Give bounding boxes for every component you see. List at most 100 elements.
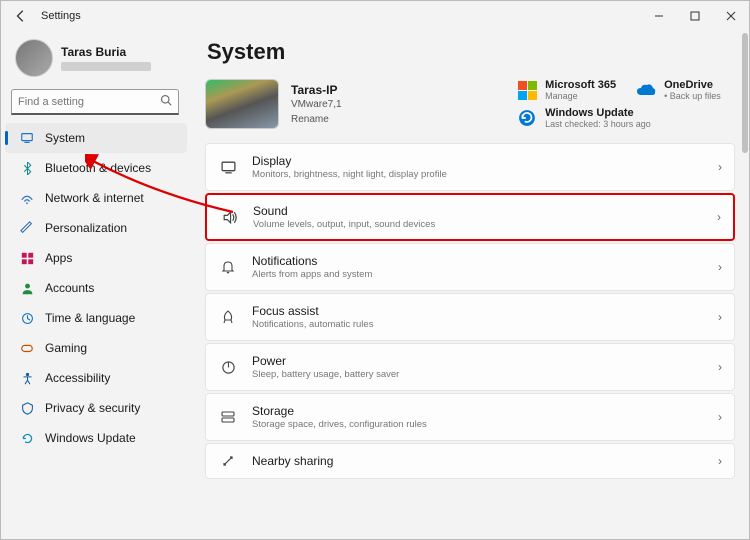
accessibility-icon [19, 370, 35, 386]
setting-title: Sound [253, 204, 703, 218]
sidebar-item-network[interactable]: Network & internet [5, 183, 187, 213]
setting-focus-assist[interactable]: Focus assistNotifications, automatic rul… [205, 293, 735, 341]
personalization-icon [19, 220, 35, 236]
window-title: Settings [41, 10, 81, 22]
setting-display[interactable]: DisplayMonitors, brightness, night light… [205, 143, 735, 191]
card-title: Microsoft 365 [545, 79, 616, 91]
back-button[interactable] [7, 2, 35, 30]
sidebar-item-privacy[interactable]: Privacy & security [5, 393, 187, 423]
titlebar: Settings [1, 1, 749, 31]
sidebar-item-label: Accessibility [45, 371, 110, 385]
m365-icon [517, 80, 537, 100]
sound-icon [219, 209, 239, 226]
nearby-icon [218, 453, 238, 469]
setting-storage[interactable]: StorageStorage space, drives, configurat… [205, 393, 735, 441]
sidebar-item-bluetooth[interactable]: Bluetooth & devices [5, 153, 187, 183]
setting-title: Display [252, 154, 704, 168]
setting-title: Power [252, 354, 704, 368]
chevron-right-icon: › [718, 160, 722, 174]
setting-desc: Monitors, brightness, night light, displ… [252, 169, 704, 180]
page-title: System [207, 39, 735, 65]
storage-icon [218, 409, 238, 425]
top-cards: Microsoft 365 Manage OneDrive • Back up … [517, 79, 735, 129]
sidebar-item-label: Gaming [45, 341, 87, 355]
card-title: Windows Update [545, 107, 651, 119]
sidebar-item-label: System [45, 131, 85, 145]
nav-menu: System Bluetooth & devices Network & int… [1, 123, 191, 453]
setting-notifications[interactable]: NotificationsAlerts from apps and system… [205, 243, 735, 291]
avatar [15, 39, 53, 77]
network-icon [19, 190, 35, 206]
privacy-icon [19, 400, 35, 416]
rename-link[interactable]: Rename [291, 114, 342, 125]
power-icon [218, 360, 238, 375]
sidebar-item-label: Accounts [45, 281, 94, 295]
device-card[interactable]: Taras-IP VMware7,1 Rename [205, 79, 342, 129]
device-thumbnail [205, 79, 279, 129]
search-box[interactable] [11, 89, 179, 115]
setting-sound[interactable]: SoundVolume levels, output, input, sound… [205, 193, 735, 241]
minimize-button[interactable] [641, 1, 677, 31]
search-input[interactable] [18, 96, 160, 108]
sidebar-item-apps[interactable]: Apps [5, 243, 187, 273]
scrollbar-thumb[interactable] [742, 33, 748, 153]
focus-icon [218, 309, 238, 325]
sidebar-item-label: Privacy & security [45, 401, 140, 415]
setting-desc: Sleep, battery usage, battery saver [252, 369, 704, 380]
bluetooth-icon [19, 160, 35, 176]
setting-title: Notifications [252, 254, 704, 268]
setting-desc: Notifications, automatic rules [252, 319, 704, 330]
setting-desc: Volume levels, output, input, sound devi… [253, 219, 703, 230]
device-name: Taras-IP [291, 83, 342, 97]
notifications-icon [218, 259, 238, 275]
onedrive-icon [636, 80, 656, 100]
chevron-right-icon: › [717, 210, 721, 224]
update-status-icon [517, 108, 537, 128]
setting-nearby-sharing[interactable]: Nearby sharing › [205, 443, 735, 479]
chevron-right-icon: › [718, 360, 722, 374]
setting-title: Focus assist [252, 304, 704, 318]
accounts-icon [19, 280, 35, 296]
system-top-row: Taras-IP VMware7,1 Rename Microsoft 365 … [205, 79, 735, 129]
maximize-button[interactable] [677, 1, 713, 31]
sidebar-item-label: Windows Update [45, 431, 136, 445]
card-title: OneDrive [664, 79, 721, 91]
sidebar-item-accounts[interactable]: Accounts [5, 273, 187, 303]
update-icon [19, 430, 35, 446]
user-name: Taras Buria [61, 45, 151, 59]
user-profile[interactable]: Taras Buria [1, 35, 191, 83]
chevron-right-icon: › [718, 310, 722, 324]
card-microsoft-365[interactable]: Microsoft 365 Manage [517, 79, 616, 101]
sidebar-item-accessibility[interactable]: Accessibility [5, 363, 187, 393]
setting-power[interactable]: PowerSleep, battery usage, battery saver… [205, 343, 735, 391]
sidebar-item-system[interactable]: System [5, 123, 187, 153]
card-subtitle: • Back up files [664, 91, 721, 101]
close-button[interactable] [713, 1, 749, 31]
chevron-right-icon: › [718, 410, 722, 424]
sidebar-item-time-language[interactable]: Time & language [5, 303, 187, 333]
sidebar-item-personalization[interactable]: Personalization [5, 213, 187, 243]
content-area: Taras Buria System [1, 31, 749, 539]
setting-title: Nearby sharing [252, 454, 704, 468]
user-email-redacted [61, 62, 151, 71]
display-icon [218, 159, 238, 176]
gaming-icon [19, 340, 35, 356]
sidebar-item-label: Time & language [45, 311, 135, 325]
sidebar-item-gaming[interactable]: Gaming [5, 333, 187, 363]
device-model: VMware7,1 [291, 99, 342, 110]
card-windows-update[interactable]: Windows Update Last checked: 3 hours ago [517, 107, 735, 129]
sidebar: Taras Buria System [1, 31, 191, 539]
sidebar-item-windows-update[interactable]: Windows Update [5, 423, 187, 453]
sidebar-item-label: Bluetooth & devices [45, 161, 151, 175]
system-icon [19, 130, 35, 146]
time-icon [19, 310, 35, 326]
setting-title: Storage [252, 404, 704, 418]
sidebar-item-label: Personalization [45, 221, 127, 235]
card-subtitle: Manage [545, 91, 616, 101]
card-subtitle: Last checked: 3 hours ago [545, 119, 651, 129]
card-onedrive[interactable]: OneDrive • Back up files [636, 79, 735, 101]
sidebar-item-label: Apps [45, 251, 72, 265]
settings-list: DisplayMonitors, brightness, night light… [205, 143, 735, 479]
setting-desc: Alerts from apps and system [252, 269, 704, 280]
search-icon [160, 94, 172, 109]
